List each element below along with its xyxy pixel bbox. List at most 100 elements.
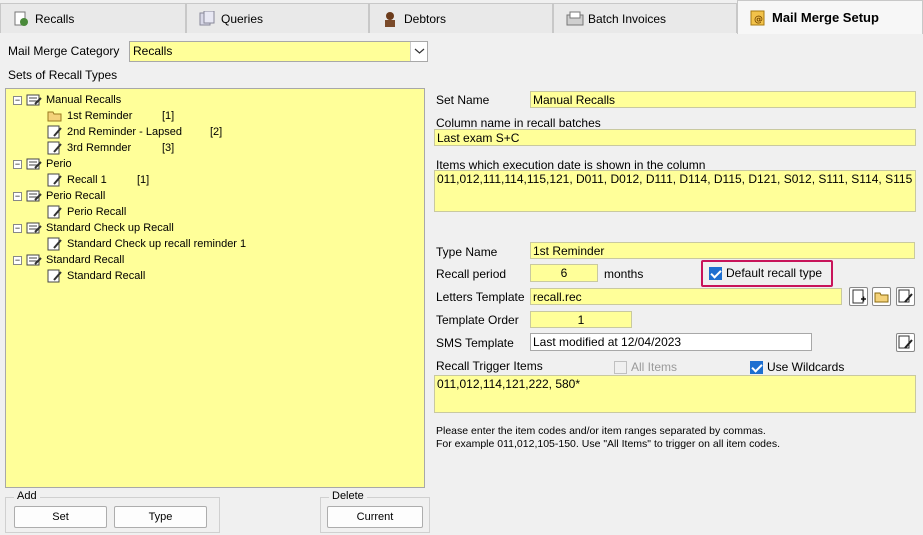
tree-node-standard-checkup[interactable]: − Standard Check up Recall xyxy=(13,221,174,235)
letters-template-field[interactable]: recall.rec xyxy=(530,288,842,305)
edit-icon xyxy=(898,335,913,349)
tree-node-recall-1[interactable]: Recall 1 xyxy=(47,173,107,187)
tab-mail-merge-label: Mail Merge Setup xyxy=(772,10,879,25)
tab-batch-invoices[interactable]: Batch Invoices xyxy=(553,3,737,33)
set-name-label: Set Name xyxy=(436,93,490,107)
months-label: months xyxy=(604,267,644,281)
tree-node-perio-recall[interactable]: − Perio Recall xyxy=(13,189,105,203)
delete-group-label: Delete xyxy=(329,490,367,502)
type-name-field[interactable]: 1st Reminder xyxy=(530,242,915,259)
tree-node-perio[interactable]: − Perio xyxy=(13,157,72,171)
tree-node-number: [1] xyxy=(137,174,150,186)
checkbox-unchecked-icon xyxy=(614,360,627,374)
default-recall-checkbox[interactable]: Default recall type xyxy=(709,266,822,280)
use-wildcards-label: Use Wildcards xyxy=(767,360,845,374)
recalls-icon xyxy=(13,11,29,27)
default-recall-label: Default recall type xyxy=(726,266,823,280)
tab-queries[interactable]: Queries xyxy=(186,3,369,33)
open-template-button[interactable] xyxy=(872,287,891,306)
tree-node-standard-checkup-reminder[interactable]: Standard Check up recall reminder 1 xyxy=(47,237,246,251)
tree-node-1st-reminder[interactable]: 1st Reminder xyxy=(47,109,132,123)
tab-batch-invoices-label: Batch Invoices xyxy=(588,11,667,26)
recall-set-icon xyxy=(26,253,42,267)
tree-node-label: Standard Recall xyxy=(46,254,125,266)
sms-template-label: SMS Template xyxy=(436,336,514,350)
tree-node-number: [2] xyxy=(210,126,223,138)
add-set-button[interactable]: Set xyxy=(14,506,107,528)
chevron-down-icon[interactable] xyxy=(410,42,427,61)
tab-mail-merge-setup[interactable]: @ Mail Merge Setup xyxy=(737,0,923,34)
recall-type-icon xyxy=(47,205,63,219)
folder-open-icon xyxy=(874,292,889,303)
tab-recalls-label: Recalls xyxy=(35,11,75,26)
batch-invoices-icon xyxy=(566,11,584,27)
add-group-label: Add xyxy=(14,490,40,502)
tree-title: Sets of Recall Types xyxy=(8,68,118,82)
tree-node-label: 1st Reminder xyxy=(67,110,133,122)
hint-line-2: For example 011,012,105-150. Use "All It… xyxy=(436,438,781,450)
tree-node-standard-recall[interactable]: − Standard Recall xyxy=(13,253,124,267)
checkbox-checked-icon xyxy=(709,266,722,280)
recall-type-icon xyxy=(47,141,63,155)
collapse-icon[interactable]: − xyxy=(13,159,22,169)
all-items-label: All Items xyxy=(631,360,678,374)
collapse-icon[interactable]: − xyxy=(13,191,22,201)
hint-line-1: Please enter the item codes and/or item … xyxy=(436,425,766,437)
tree-node-manual-recalls[interactable]: − Manual Recalls xyxy=(13,93,121,107)
new-template-button[interactable] xyxy=(849,287,868,306)
tree-node-2nd-reminder[interactable]: 2nd Reminder - Lapsed xyxy=(47,125,182,139)
tree-node-label: Perio xyxy=(46,158,72,170)
recall-type-icon xyxy=(47,125,63,139)
column-name-field[interactable]: Last exam S+C xyxy=(434,129,916,146)
category-value: Recalls xyxy=(133,44,173,58)
delete-current-button[interactable]: Current xyxy=(327,506,423,528)
recall-type-icon xyxy=(47,269,63,283)
recall-set-icon xyxy=(26,157,42,171)
set-name-field[interactable]: Manual Recalls xyxy=(530,91,916,108)
category-select[interactable]: Recalls xyxy=(129,41,428,62)
tree-node-number: [1] xyxy=(162,110,175,122)
tree-node-label: Perio Recall xyxy=(46,190,106,202)
tree-node-perio-recall-type[interactable]: Perio Recall xyxy=(47,205,126,219)
tree-node-label: Manual Recalls xyxy=(46,94,122,106)
debtors-icon xyxy=(382,11,398,27)
tree-node-label: Recall 1 xyxy=(67,174,107,186)
template-order-field[interactable]: 1 xyxy=(530,311,632,328)
collapse-icon[interactable]: − xyxy=(13,255,22,265)
category-label: Mail Merge Category xyxy=(8,44,120,58)
edit-sms-button[interactable] xyxy=(896,333,915,352)
tab-recalls[interactable]: Recalls xyxy=(0,3,186,33)
tab-debtors[interactable]: Debtors xyxy=(369,3,553,33)
recall-type-icon xyxy=(47,237,63,251)
tree-node-label: 2nd Reminder - Lapsed xyxy=(67,126,182,138)
checkbox-checked-icon xyxy=(750,360,763,374)
tree-node-label: Standard Check up Recall xyxy=(46,222,174,234)
use-wildcards-checkbox[interactable]: Use Wildcards xyxy=(750,360,844,374)
edit-icon xyxy=(898,289,913,303)
add-type-button[interactable]: Type xyxy=(114,506,207,528)
trigger-items-field[interactable]: 011,012,114,121,222, 580* xyxy=(434,375,916,413)
new-document-icon xyxy=(852,289,866,304)
collapse-icon[interactable]: − xyxy=(13,223,22,233)
recall-set-icon xyxy=(26,93,42,107)
template-order-label: Template Order xyxy=(436,313,519,327)
items-field[interactable]: 011,012,111,114,115,121, D011, D012, D11… xyxy=(434,170,916,212)
recall-set-icon xyxy=(26,189,42,203)
tree-node-number: [3] xyxy=(162,142,175,154)
mail-merge-icon: @ xyxy=(750,10,766,26)
all-items-checkbox[interactable]: All Items xyxy=(614,360,677,374)
tree-node-3rd-remnder[interactable]: 3rd Remnder xyxy=(47,141,131,155)
collapse-icon[interactable]: − xyxy=(13,95,22,105)
type-name-label: Type Name xyxy=(436,245,498,259)
tree-node-label: 3rd Remnder xyxy=(67,142,132,154)
sms-template-field[interactable]: Last modified at 12/04/2023 xyxy=(530,333,812,351)
recall-tree[interactable]: − Manual Recalls 1st Reminder [1] 2nd Re… xyxy=(5,88,425,488)
edit-template-button[interactable] xyxy=(896,287,915,306)
tree-node-label: Perio Recall xyxy=(67,206,127,218)
tree-node-label: Standard Check up recall reminder 1 xyxy=(67,238,247,250)
column-name-label: Column name in recall batches xyxy=(436,116,601,130)
trigger-items-label: Recall Trigger Items xyxy=(436,359,543,373)
recall-period-field[interactable]: 6 xyxy=(530,264,598,282)
tree-node-standard-recall-type[interactable]: Standard Recall xyxy=(47,269,145,283)
recall-type-icon xyxy=(47,173,63,187)
